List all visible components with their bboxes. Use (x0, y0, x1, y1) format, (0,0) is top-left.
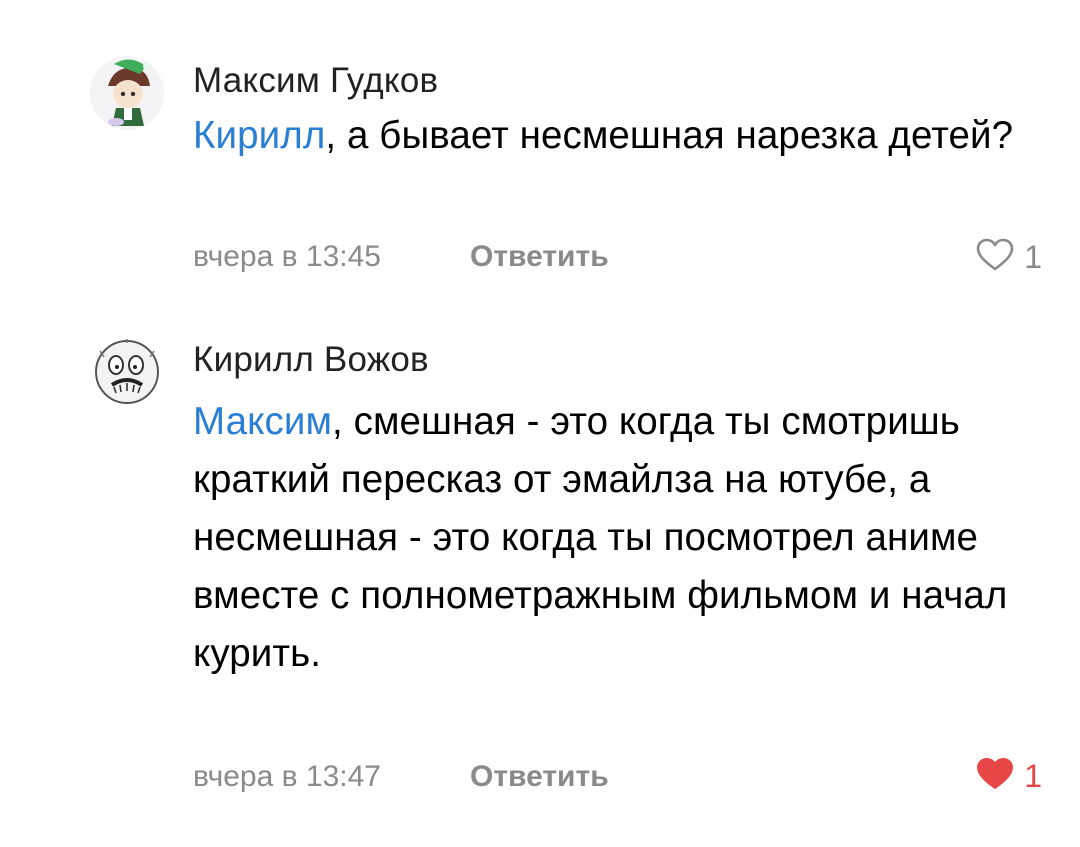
comment-time: вчера в 13:47 (193, 760, 381, 793)
avatar[interactable] (90, 56, 164, 130)
author-name[interactable]: Максим Гудков (193, 61, 438, 101)
reply-button[interactable]: Ответить (470, 760, 609, 794)
avatar-image (90, 56, 164, 130)
like-count: 1 (1024, 758, 1042, 794)
reply-button[interactable]: Ответить (470, 240, 609, 274)
comment-body: , а бывает несмешная нарезка детей? (325, 114, 1014, 157)
mention-link[interactable]: Максим (193, 400, 332, 443)
heart-outline-icon (976, 238, 1014, 277)
like-button[interactable]: 1 (976, 757, 1042, 796)
avatar-image (90, 335, 164, 409)
avatar[interactable] (90, 335, 164, 409)
mention-link[interactable]: Кирилл (193, 114, 325, 157)
like-button[interactable]: 1 (976, 238, 1042, 277)
like-count: 1 (1024, 239, 1042, 275)
heart-filled-icon (976, 757, 1014, 796)
author-name[interactable]: Кирилл Вожов (193, 340, 429, 380)
comment-time: вчера в 13:45 (193, 240, 381, 273)
comment-text: Максим, смешная - это когда ты смотришь … (193, 393, 1043, 683)
comment-text: Кирилл, а бывает несмешная нарезка детей… (193, 107, 1043, 165)
